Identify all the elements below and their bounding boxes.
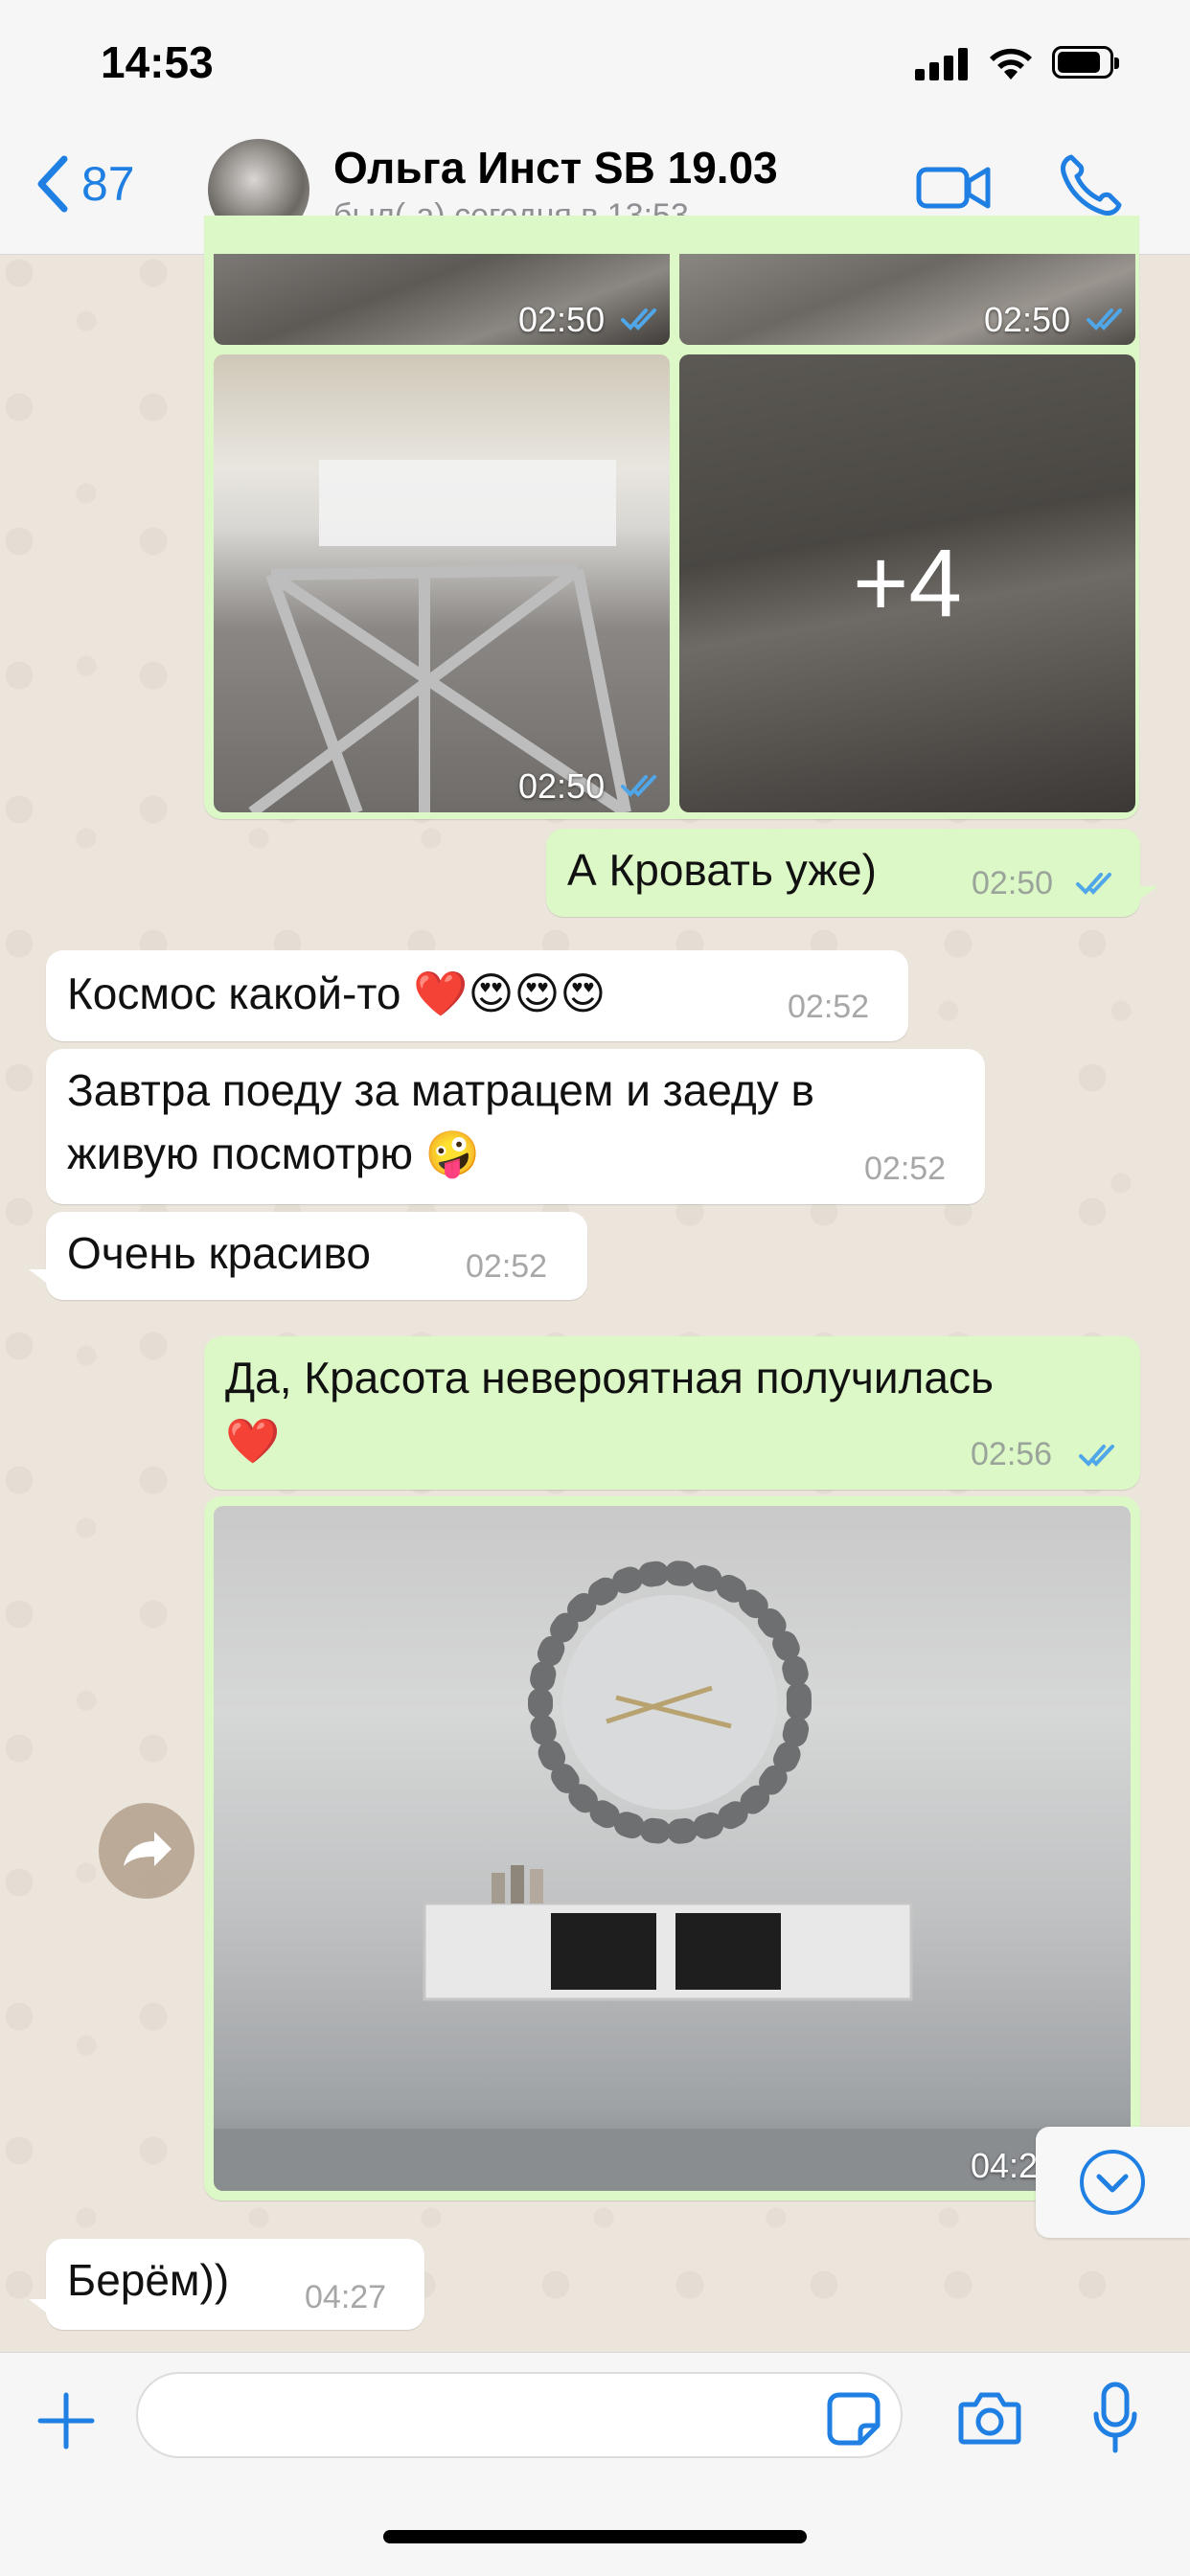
signal-icon xyxy=(915,48,969,80)
status-time: 14:53 xyxy=(101,37,214,87)
message-text: А Кровать уже) xyxy=(567,845,877,895)
video-camera-icon[interactable] xyxy=(915,158,992,216)
message-input[interactable] xyxy=(136,2372,903,2458)
album-more-photos[interactable]: +4 xyxy=(679,354,1135,812)
message-time: 02:52 xyxy=(864,1151,947,1187)
message-text-line-1: Завтра поеду за матрацем и заеду в xyxy=(67,1065,814,1115)
plus-icon[interactable] xyxy=(36,2391,96,2451)
message-text: Космос какой-то ❤️😍😍😍 xyxy=(67,969,606,1018)
read-ticks-icon xyxy=(621,308,656,331)
shared-image[interactable]: 04:2 xyxy=(214,1506,1131,2191)
forward-button[interactable] xyxy=(99,1803,195,1899)
image-message-bubble[interactable]: 04:2 xyxy=(204,1496,1140,2200)
photo-time: 04:2 xyxy=(971,2146,1039,2185)
wifi-icon xyxy=(990,48,1032,80)
contact-name[interactable]: Ольга Инст SB 19.03 xyxy=(333,142,778,194)
battery-icon xyxy=(1052,46,1119,79)
camera-icon[interactable] xyxy=(958,2389,1021,2447)
message-bubble-in[interactable]: Берём)) 04:27 xyxy=(29,2239,424,2330)
bubble-tail xyxy=(29,2299,54,2318)
mirror-and-cabinet-illustration xyxy=(214,1561,1131,2191)
message-bubble-out[interactable]: А Кровать уже) 02:50 xyxy=(546,829,1157,917)
phone-icon[interactable] xyxy=(1056,151,1125,220)
message-time: 02:56 xyxy=(971,1436,1053,1472)
microphone-icon[interactable] xyxy=(1092,2382,1138,2454)
message-time: 04:27 xyxy=(305,2279,387,2315)
album-photo-1[interactable]: 02:50 xyxy=(214,254,670,345)
message-time: 02:52 xyxy=(466,1248,548,1285)
message-time: 02:52 xyxy=(788,989,870,1025)
bed-frame-photo xyxy=(248,460,631,812)
message-text-line-2: живую посмотрю 🤪 xyxy=(67,1128,481,1178)
read-ticks-icon xyxy=(621,775,656,797)
message-time: 02:50 xyxy=(972,865,1054,901)
sticker-icon[interactable] xyxy=(826,2391,881,2447)
message-input-bar xyxy=(0,2352,1190,2576)
album-photo-2[interactable]: 02:50 xyxy=(679,254,1135,345)
message-text-line-2: ❤️ xyxy=(225,1416,281,1466)
message-text: Берём)) xyxy=(67,2255,230,2305)
photo-time: 02:50 xyxy=(984,300,1071,339)
home-indicator xyxy=(383,2530,807,2543)
chevron-down-circle-icon xyxy=(1080,2150,1145,2215)
read-ticks-icon xyxy=(1087,308,1122,331)
message-bubble-in[interactable]: Космос какой-то ❤️😍😍😍 02:52 xyxy=(46,950,908,1041)
status-bar: 14:53 xyxy=(0,0,1190,125)
photo-album-bubble[interactable]: 02:50 02:50 02:50 +4 xyxy=(204,216,1139,819)
photo-time: 02:50 xyxy=(518,766,606,806)
message-bubble-in[interactable]: Очень красиво 02:52 xyxy=(29,1212,587,1300)
bubble-tail xyxy=(1133,886,1157,905)
album-photo-3[interactable]: 02:50 xyxy=(214,354,670,812)
read-ticks-icon xyxy=(1079,1445,1114,1467)
message-bubble-out[interactable]: Да, Красота невероятная получилась ❤️ 02… xyxy=(204,1336,1140,1490)
photo-time: 02:50 xyxy=(518,300,606,339)
forward-arrow-icon xyxy=(124,1832,172,1866)
message-bubble-in[interactable]: Завтра поеду за матрацем и заеду в живую… xyxy=(46,1049,985,1204)
read-ticks-icon xyxy=(1076,873,1111,895)
message-text: Очень красиво xyxy=(67,1228,371,1278)
message-text-line-1: Да, Красота невероятная получилась xyxy=(225,1353,994,1402)
chevron-left-icon xyxy=(37,155,68,213)
bubble-tail xyxy=(29,1269,54,1288)
unread-count: 87 xyxy=(81,157,135,211)
more-photos-count: +4 xyxy=(852,529,962,637)
scroll-to-bottom-button[interactable] xyxy=(1036,2127,1190,2238)
back-button[interactable]: 87 xyxy=(34,155,135,213)
